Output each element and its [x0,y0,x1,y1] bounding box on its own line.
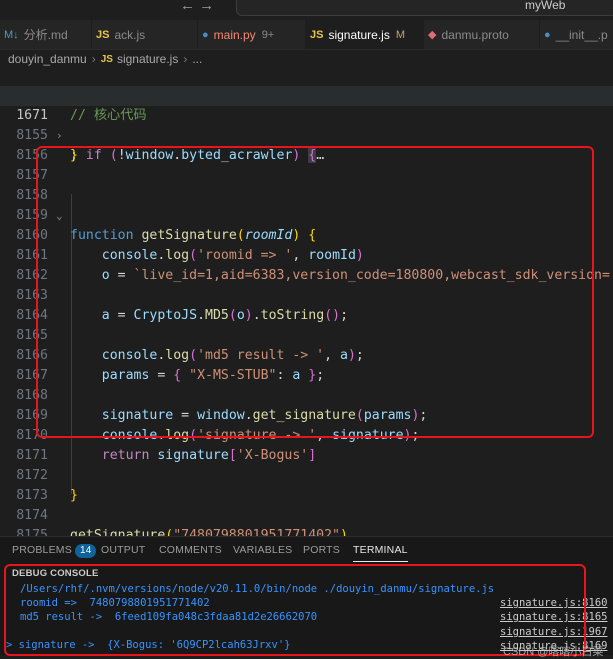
code-line: 8172 } [0,446,613,503]
highlight-box-code [36,146,594,438]
js-file-icon: JS [310,28,324,41]
python-icon: ● [544,28,551,41]
tab-label: ack.js [114,27,146,42]
tab-ack-js[interactable]: JS ack.js [92,20,198,49]
tab-label: signature.js [328,27,390,42]
tab-terminal[interactable]: TERMINAL [353,544,408,562]
tab-label: 分析.md [23,28,68,42]
nav-arrows[interactable]: ← → [180,0,214,14]
panel-tabs: PROBLEMS 14 OUTPUT COMMENTS VARIABLES POR… [0,537,613,563]
chevron-right-icon: › [183,52,188,66]
tab-ports[interactable]: PORTS [303,544,340,556]
code-line: 8173 [0,466,613,503]
proto-icon: ◆ [428,29,437,41]
breadcrumb-file[interactable]: signature.js [117,52,178,66]
problems-badge: 14 [74,544,97,558]
tab-init-py[interactable]: ● __init__.p [540,20,613,49]
code-line: 8155 } [0,106,613,163]
code-line: 1670 // 核心代码 [0,66,613,123]
tab-danmu-proto[interactable]: ◆ danmu.proto [424,20,540,49]
code-line: 1671 › ; if (!window.byted_acrawler) {… [0,86,613,163]
js-file-icon: JS [100,53,113,65]
tab-label: PROBLEMS [12,544,72,556]
markdown-icon: M↓ [4,28,19,41]
problem-count: 9+ [261,28,275,41]
python-icon: ● [202,28,209,41]
breadcrumb-folder[interactable]: douyin_danmu [8,52,87,66]
tab-signature-js[interactable]: JS signature.js M [306,20,424,49]
modified-indicator: M [395,28,406,41]
highlight-box-console [4,564,586,656]
workspace-name: myWeb [525,0,566,12]
tab-markdown[interactable]: M↓ 分析.md [0,20,92,49]
code-line: 8176 [0,526,613,536]
tab-label: main.py [213,27,256,42]
chevron-right-icon: › [91,52,96,66]
editor-tabs: M↓ 分析.md JS ack.js ● main.py 9+ JS signa… [0,20,613,50]
code-line: 8175 [0,506,613,536]
js-file-icon: JS [96,28,110,41]
code-line: 8156 [0,126,613,163]
command-center-search[interactable]: myWeb [236,0,613,16]
tab-problems[interactable]: PROBLEMS 14 [12,544,97,558]
tab-label: danmu.proto [441,27,509,42]
code-line: 8174 getSignature("7480798801951771402") [0,486,613,536]
tab-output[interactable]: OUTPUT [101,544,145,556]
tab-comments[interactable]: COMMENTS [159,544,222,556]
tab-label: __init__.p [555,27,608,42]
tab-variables[interactable]: VARIABLES [233,544,292,556]
watermark: CSDN @喀喀小白菜 [503,646,604,658]
tab-main-py[interactable]: ● main.py 9+ [198,20,306,49]
title-bar: ← → myWeb [0,0,613,20]
breadcrumb-more[interactable]: ... [192,52,202,66]
